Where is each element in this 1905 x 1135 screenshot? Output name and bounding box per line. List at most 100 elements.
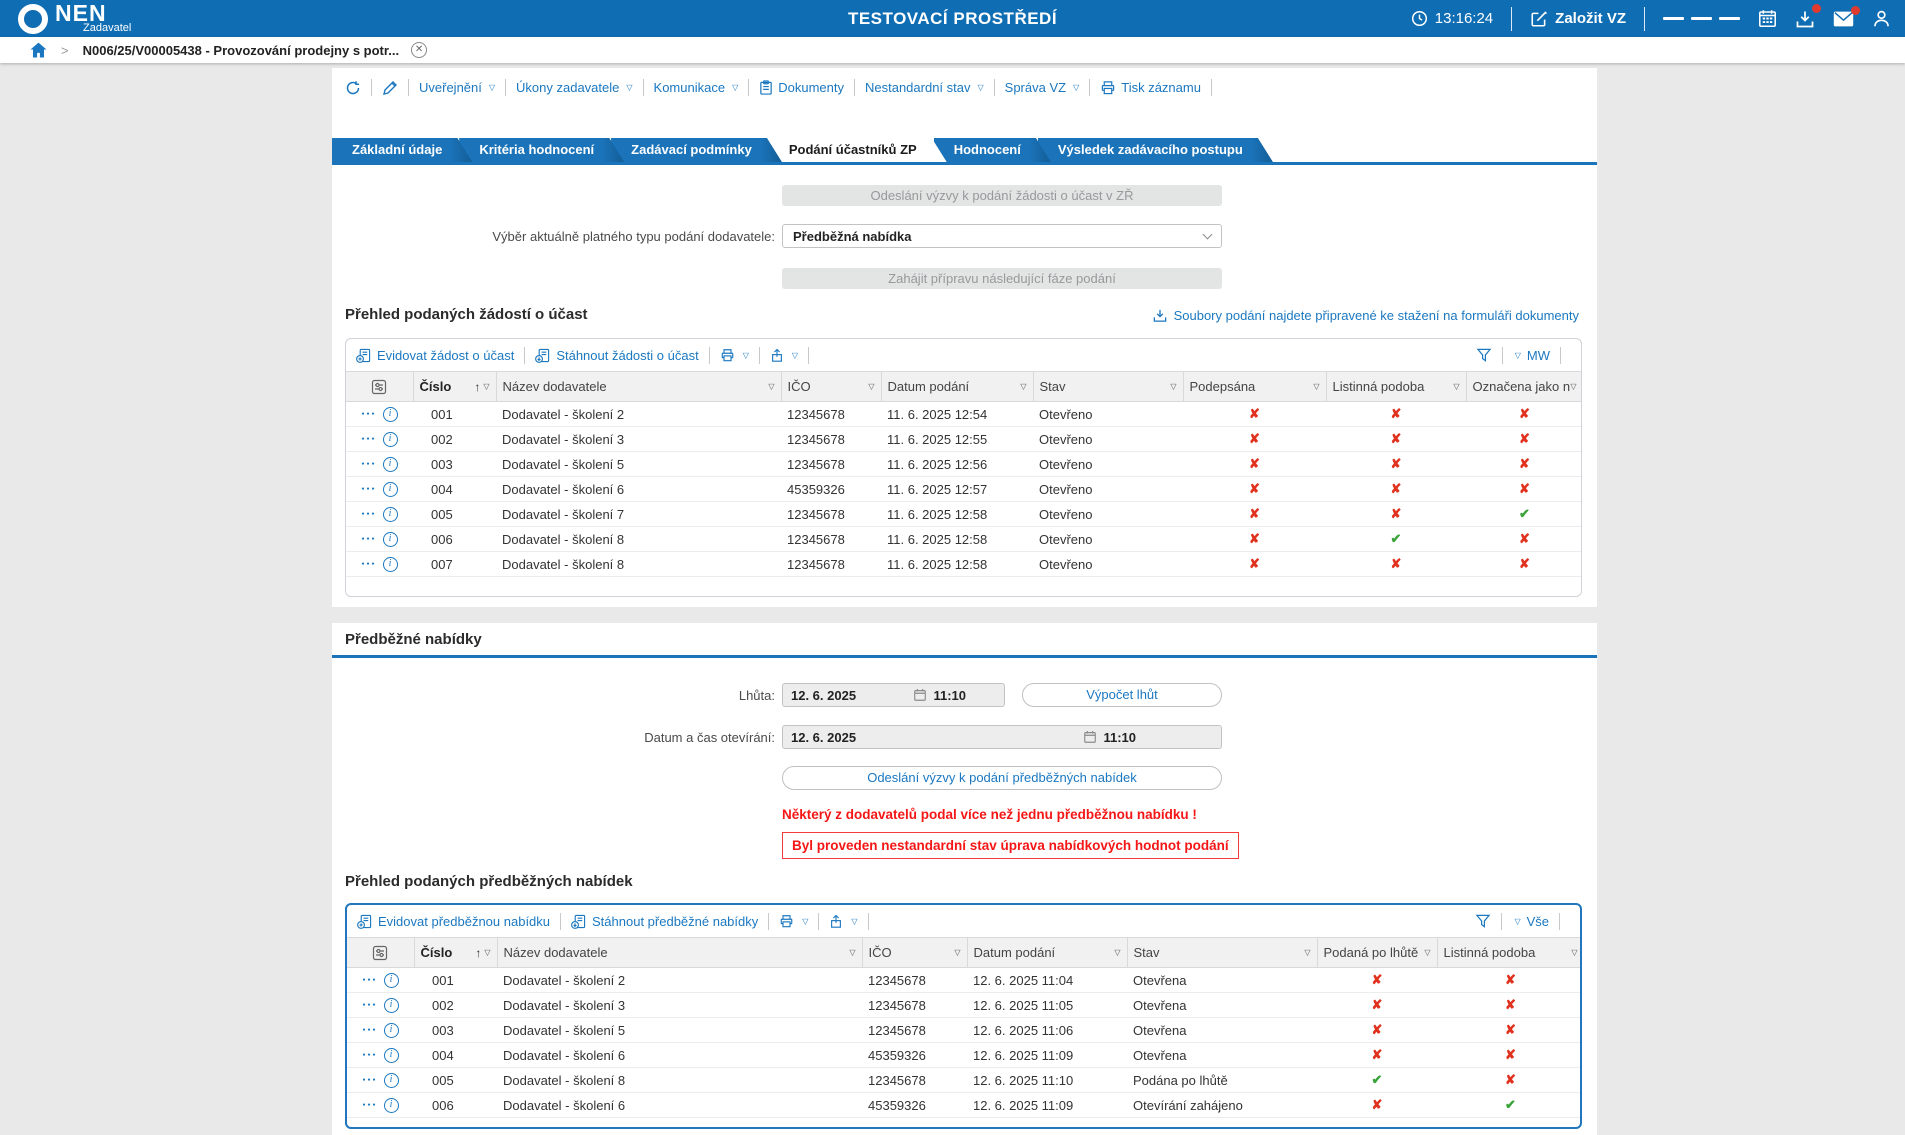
row-menu-icon[interactable]: ●●●	[362, 1002, 377, 1008]
row-menu-icon[interactable]: ●●●	[361, 536, 376, 542]
column-filter-icon[interactable]: ▽	[849, 948, 855, 957]
row-menu-icon[interactable]: ●●●	[361, 511, 376, 517]
column-header[interactable]: Název dodavatele▽	[496, 372, 781, 402]
column-filter-icon[interactable]: ▽	[768, 382, 774, 391]
column-header[interactable]: Název dodavatele▽	[497, 938, 862, 968]
column-settings-icon[interactable]	[372, 945, 388, 961]
info-icon[interactable]: i	[383, 507, 398, 522]
column-filter-icon[interactable]: ▽	[1424, 948, 1430, 957]
start-next-phase-button[interactable]: Zahájit přípravu následující fáze podání	[782, 268, 1222, 289]
create-vz-button[interactable]: Založit VZ	[1530, 10, 1626, 28]
column-header[interactable]: Označena jako ne▽	[1466, 372, 1582, 402]
table-row[interactable]: ●●●i002Dodavatel - školení 31234567812. …	[347, 993, 1582, 1018]
send-participation-request-button[interactable]: Odeslání výzvy k podání žádosti o účast …	[782, 185, 1222, 206]
view-selector[interactable]: ▽ MW	[1513, 348, 1550, 363]
menu-contractor-actions[interactable]: Úkony zadavatele▽	[516, 80, 633, 95]
menu-documents[interactable]: Dokumenty	[759, 80, 844, 95]
row-menu-icon[interactable]: ●●●	[362, 1102, 377, 1108]
calendar-icon[interactable]	[913, 688, 927, 702]
column-header[interactable]: Datum podání▽	[881, 372, 1033, 402]
row-menu-icon[interactable]: ●●●	[361, 561, 376, 567]
messages-button[interactable]	[1833, 11, 1854, 27]
row-menu-icon[interactable]: ●●●	[361, 436, 376, 442]
table-row[interactable]: ●●●i005Dodavatel - školení 71234567811. …	[346, 502, 1582, 527]
calc-deadlines-button[interactable]: Výpočet lhůt	[1022, 683, 1222, 707]
register-offer-button[interactable]: Evidovat předběžnou nabídku	[357, 914, 550, 929]
table-row[interactable]: ●●●i001Dodavatel - školení 21234567812. …	[347, 968, 1582, 993]
column-header[interactable]: Listinná podoba▽	[1437, 938, 1582, 968]
home-button[interactable]	[30, 42, 47, 58]
tab-kriteria-hodnoceni[interactable]: Kritéria hodnocení	[459, 138, 624, 162]
column-filter-icon[interactable]: ▽	[1170, 382, 1176, 391]
row-menu-icon[interactable]: ●●●	[362, 1077, 377, 1083]
column-header[interactable]: Číslo↑▽	[414, 938, 497, 968]
deadline-input[interactable]: 12. 6. 2025 11:10	[782, 683, 1005, 707]
filter-button[interactable]	[1475, 914, 1491, 929]
export-grid-button[interactable]: ▽	[829, 914, 857, 929]
submission-files-link[interactable]: Soubory podání najdete připravené ke sta…	[1152, 308, 1579, 323]
menu-button[interactable]	[1663, 14, 1740, 23]
download-requests-button[interactable]: Stáhnout žádosti o účast	[535, 348, 698, 363]
column-header[interactable]: Číslo↑▽	[413, 372, 496, 402]
column-filter-icon[interactable]: ▽	[1570, 382, 1576, 391]
column-filter-icon[interactable]: ▽	[1313, 382, 1319, 391]
view-selector[interactable]: ▽ Vše	[1512, 914, 1549, 929]
table-row[interactable]: ●●●i004Dodavatel - školení 64535932611. …	[346, 477, 1582, 502]
send-preliminary-invite-button[interactable]: Odeslání výzvy k podání předběžných nabí…	[782, 766, 1222, 790]
column-header[interactable]: Podepsána▽	[1183, 372, 1326, 402]
column-header[interactable]: Stav▽	[1033, 372, 1183, 402]
menu-nonstandard-state[interactable]: Nestandardní stav▽	[865, 80, 984, 95]
table-row[interactable]: ●●●i006Dodavatel - školení 81234567811. …	[346, 527, 1582, 552]
table-row[interactable]: ●●●i005Dodavatel - školení 81234567812. …	[347, 1068, 1582, 1093]
info-icon[interactable]: i	[384, 973, 399, 988]
record-title[interactable]: N006/25/V00005438 - Provozování prodejny…	[83, 43, 399, 58]
row-menu-icon[interactable]: ●●●	[361, 411, 376, 417]
print-grid-button[interactable]: ▽	[779, 914, 808, 928]
opening-input[interactable]: 12. 6. 2025 11:10	[782, 725, 1222, 749]
row-menu-icon[interactable]: ●●●	[361, 486, 376, 492]
info-icon[interactable]: i	[383, 482, 398, 497]
column-settings-icon[interactable]	[371, 379, 387, 395]
close-record-icon[interactable]: ✕	[411, 42, 427, 58]
column-filter-icon[interactable]: ▽	[868, 382, 874, 391]
column-header[interactable]: IČO▽	[862, 938, 967, 968]
user-button[interactable]	[1872, 9, 1891, 28]
row-menu-icon[interactable]: ●●●	[361, 461, 376, 467]
column-filter-icon[interactable]: ▽	[484, 948, 490, 957]
table-row[interactable]: ●●●i003Dodavatel - školení 51234567812. …	[347, 1018, 1582, 1043]
table-row[interactable]: ●●●i002Dodavatel - školení 31234567811. …	[346, 427, 1582, 452]
info-icon[interactable]: i	[383, 432, 398, 447]
info-icon[interactable]: i	[383, 532, 398, 547]
table-row[interactable]: ●●●i003Dodavatel - školení 51234567811. …	[346, 452, 1582, 477]
info-icon[interactable]: i	[384, 1073, 399, 1088]
row-menu-icon[interactable]: ●●●	[362, 1052, 377, 1058]
table-row[interactable]: ●●●i001Dodavatel - školení 21234567811. …	[346, 402, 1582, 427]
info-icon[interactable]: i	[384, 1048, 399, 1063]
tab-hodnoceni[interactable]: Hodnocení	[934, 138, 1051, 162]
column-filter-icon[interactable]: ▽	[1114, 948, 1120, 957]
info-icon[interactable]: i	[383, 557, 398, 572]
column-filter-icon[interactable]: ▽	[1304, 948, 1310, 957]
info-icon[interactable]: i	[384, 1023, 399, 1038]
print-grid-button[interactable]: ▽	[720, 348, 749, 362]
print-record-button[interactable]: Tisk záznamu	[1100, 80, 1201, 95]
calendar-button[interactable]	[1758, 9, 1777, 28]
table-row[interactable]: ●●●i007Dodavatel - školení 81234567811. …	[346, 552, 1582, 577]
info-icon[interactable]: i	[384, 1098, 399, 1113]
column-header[interactable]: Stav▽	[1127, 938, 1317, 968]
column-settings[interactable]	[346, 372, 413, 402]
column-settings[interactable]	[347, 938, 414, 968]
table-row[interactable]: ●●●i004Dodavatel - školení 64535932612. …	[347, 1043, 1582, 1068]
menu-publish[interactable]: Uveřejnění▽	[419, 80, 495, 95]
info-icon[interactable]: i	[384, 998, 399, 1013]
info-icon[interactable]: i	[383, 457, 398, 472]
tab-vysledek[interactable]: Výsledek zadávacího postupu	[1038, 138, 1273, 162]
column-filter-icon[interactable]: ▽	[483, 382, 489, 391]
info-icon[interactable]: i	[383, 407, 398, 422]
table-row[interactable]: ●●●i006Dodavatel - školení 64535932612. …	[347, 1093, 1582, 1118]
tab-zadavaci-podminky[interactable]: Zadávací podmínky	[611, 138, 782, 162]
tab-podani-ucastniku[interactable]: Podání účastníků ZP	[769, 138, 947, 162]
column-header[interactable]: Podaná po lhůtě▽	[1317, 938, 1437, 968]
submission-type-select[interactable]: Předběžná nabídka	[782, 224, 1222, 248]
column-filter-icon[interactable]: ▽	[1020, 382, 1026, 391]
